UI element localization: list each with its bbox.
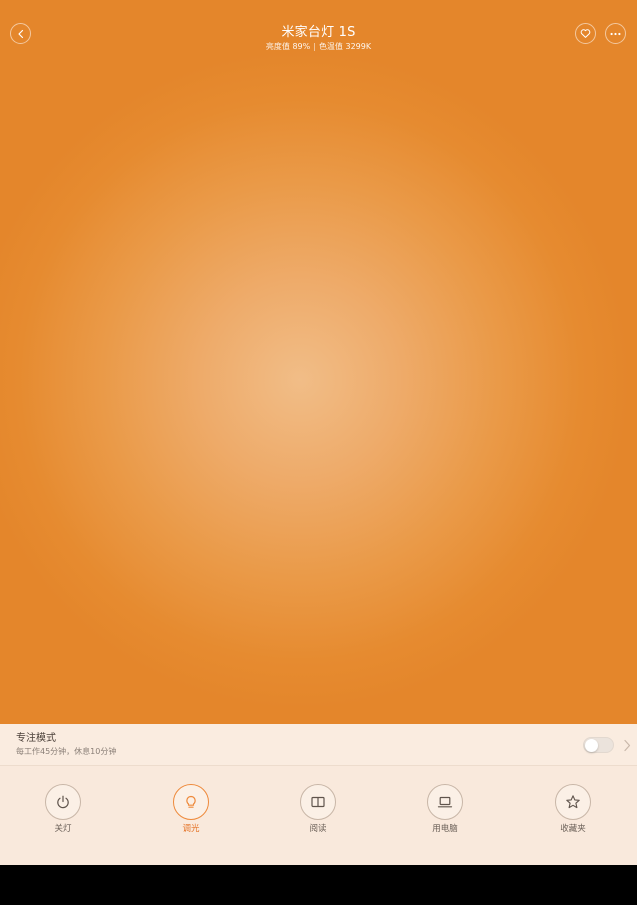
focus-mode-title: 专注模式 (16, 733, 56, 744)
mode-off-label: 关灯 (54, 824, 72, 834)
mode-off-circle (45, 784, 81, 820)
color-temp-value: 色温值 3299K (318, 42, 372, 51)
power-icon (57, 795, 69, 809)
mode-dimming-circle (173, 784, 209, 820)
lamp-light-preview[interactable] (0, 0, 637, 724)
system-nav-bar (0, 865, 637, 905)
mode-reading-button[interactable]: 阅读 (278, 784, 358, 844)
toggle-knob (585, 739, 598, 752)
mode-reading-label: 阅读 (309, 824, 327, 834)
book-icon (311, 796, 325, 808)
laptop-icon (437, 796, 453, 808)
mode-favorites-label: 收藏夹 (560, 824, 586, 834)
mode-computer-circle (427, 784, 463, 820)
status-separator: | (313, 42, 316, 51)
star-icon (566, 795, 580, 809)
focus-mode-description: 每工作45分钟，休息10分钟 (16, 747, 117, 756)
favorite-button[interactable] (575, 23, 596, 44)
lamp-control-screen: 米家台灯 1S 亮度值 89% | 色温值 3299K 专注模式 每工作45分钟，休… (0, 0, 637, 905)
mode-favorites-button[interactable]: 收藏夹 (533, 784, 613, 844)
header: 米家台灯 1S 亮度值 89% | 色温值 3299K (0, 0, 637, 60)
mode-dimming-label: 调光 (182, 824, 200, 834)
heart-icon (580, 29, 591, 38)
mode-favorites-circle (555, 784, 591, 820)
page-title: 米家台灯 1S (281, 25, 356, 40)
mode-off-button[interactable]: 关灯 (23, 784, 103, 844)
status-line: 亮度值 89% | 色温值 3299K (0, 42, 637, 52)
mode-reading-circle (300, 784, 336, 820)
more-button[interactable] (605, 23, 626, 44)
mode-dimming-button[interactable]: 调光 (151, 784, 231, 844)
mode-computer-button[interactable]: 用电脑 (405, 784, 485, 844)
focus-mode-row[interactable]: 专注模式 每工作45分钟，休息10分钟 (0, 724, 637, 766)
more-dots-icon (610, 32, 621, 35)
chevron-right-icon[interactable] (622, 739, 632, 752)
mode-bar: 关灯 调光 阅读 用电脑 收藏夹 (0, 784, 637, 844)
brightness-value: 亮度值 89% (265, 42, 311, 51)
control-panel: 专注模式 每工作45分钟，休息10分钟 关灯 调光 阅读 用电脑 收藏夹 (0, 724, 637, 865)
mode-computer-label: 用电脑 (432, 824, 458, 834)
bulb-icon (186, 795, 196, 808)
title-block: 米家台灯 1S 亮度值 89% | 色温值 3299K (0, 24, 637, 52)
focus-mode-toggle[interactable] (583, 737, 614, 753)
